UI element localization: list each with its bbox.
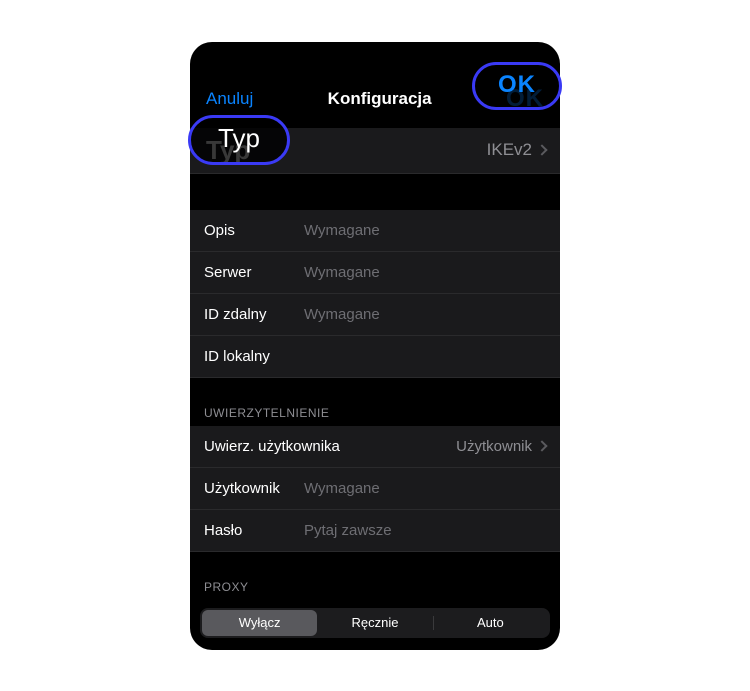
user-auth-row[interactable]: Uwierz. użytkownika Użytkownik [190,426,560,468]
username-row[interactable]: Użytkownik [190,468,560,510]
outer-card: Anuluj Konfiguracja OK Typ IKEv2 Opis Se… [0,0,750,691]
id-lokalny-row[interactable]: ID lokalny [190,336,560,378]
password-input[interactable] [304,522,546,539]
opis-label: Opis [204,222,304,239]
ok-button[interactable]: OK [506,85,544,113]
type-label: Typ [204,135,250,166]
password-label: Hasło [204,522,304,539]
nav-header: Anuluj Konfiguracja OK [190,70,560,128]
proxy-option-off[interactable]: Wyłącz [202,610,317,636]
username-label: Użytkownik [204,480,304,497]
username-input[interactable] [304,480,546,497]
proxy-segmented-control[interactable]: Wyłącz Ręcznie Auto [200,608,550,638]
id-zdalny-row[interactable]: ID zdalny [190,294,560,336]
proxy-section-header: PROXY [190,552,560,600]
id-lokalny-label: ID lokalny [204,348,304,365]
phone-frame: Anuluj Konfiguracja OK Typ IKEv2 Opis Se… [190,42,560,650]
proxy-option-auto[interactable]: Auto [433,610,548,636]
serwer-label: Serwer [204,264,304,281]
id-zdalny-input[interactable] [304,306,546,323]
user-auth-label: Uwierz. użytkownika [204,438,364,455]
section-gap [190,174,560,210]
chevron-right-icon [536,144,547,155]
serwer-row[interactable]: Serwer [190,252,560,294]
proxy-option-manual[interactable]: Ręcznie [317,610,432,636]
cancel-button[interactable]: Anuluj [206,89,253,109]
opis-input[interactable] [304,222,546,239]
id-lokalny-input[interactable] [304,348,546,365]
password-row[interactable]: Hasło [190,510,560,552]
user-auth-value: Użytkownik [364,438,538,455]
id-zdalny-label: ID zdalny [204,306,304,323]
opis-row[interactable]: Opis [190,210,560,252]
type-row[interactable]: Typ IKEv2 [190,128,560,174]
chevron-right-icon [536,440,547,451]
serwer-input[interactable] [304,264,546,281]
type-value: IKEv2 [250,140,538,160]
page-title: Konfiguracja [328,89,432,109]
auth-section-header: UWIERZYTELNIENIE [190,378,560,426]
